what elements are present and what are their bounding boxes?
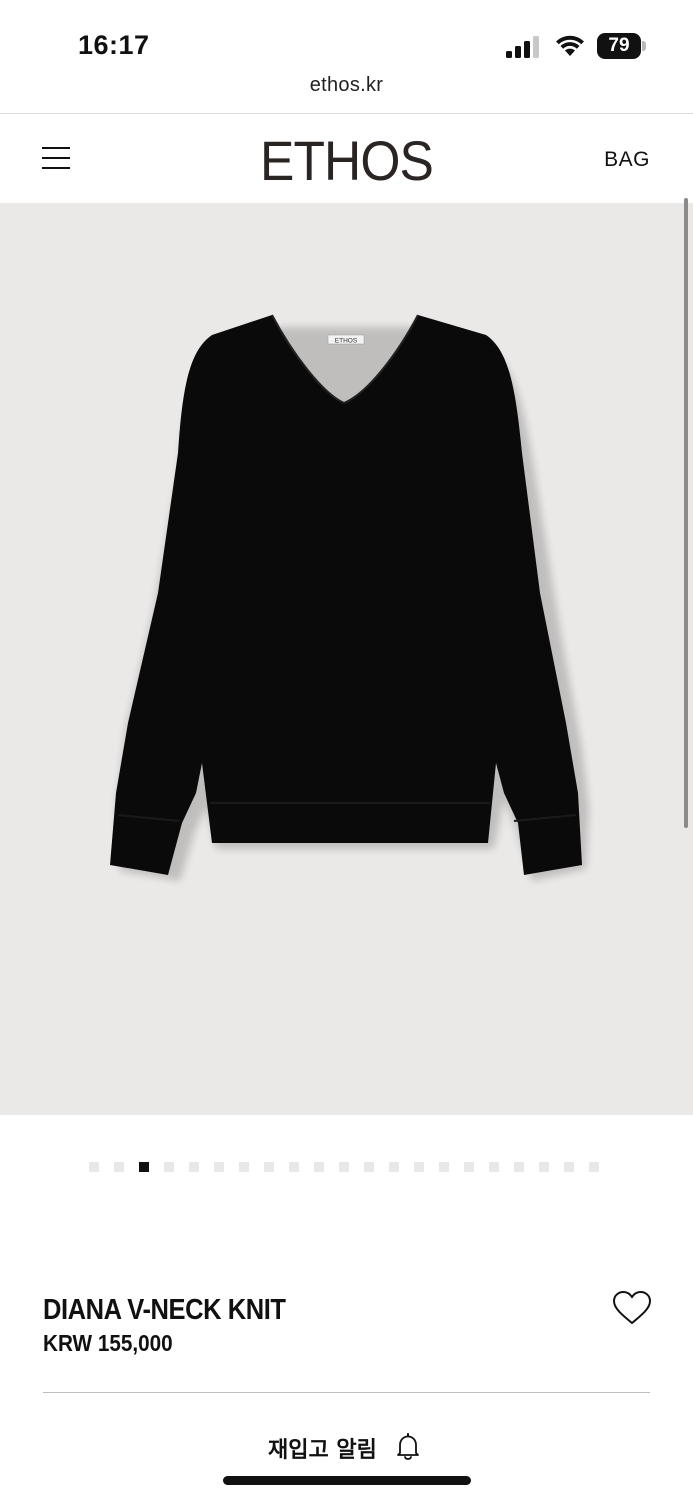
status-time: 16:17 xyxy=(78,30,150,60)
status-bar: 16:17 79 xyxy=(0,0,693,70)
carousel-dot[interactable] xyxy=(114,1162,124,1172)
address-bar-url[interactable]: ethos.kr xyxy=(0,74,693,97)
garment-label: ETHOS xyxy=(335,338,358,345)
carousel-dot[interactable] xyxy=(89,1162,99,1172)
restock-alert-label: 재입고 알림 xyxy=(268,1438,377,1463)
product-image[interactable]: ETHOS xyxy=(0,203,693,1115)
heart-icon[interactable] xyxy=(612,1290,652,1326)
carousel-dot[interactable] xyxy=(264,1162,274,1172)
wifi-icon xyxy=(556,35,584,56)
carousel-dot[interactable] xyxy=(164,1162,174,1172)
info-divider xyxy=(43,1392,650,1393)
carousel-dot[interactable] xyxy=(514,1162,524,1172)
carousel-dot[interactable] xyxy=(439,1162,449,1172)
carousel-dot[interactable] xyxy=(564,1162,574,1172)
carousel-dot[interactable] xyxy=(214,1162,224,1172)
carousel-dot[interactable] xyxy=(539,1162,549,1172)
carousel-dot[interactable] xyxy=(289,1162,299,1172)
sweater-illustration: ETHOS xyxy=(110,314,589,881)
carousel-dot[interactable] xyxy=(314,1162,324,1172)
battery-level: 79 xyxy=(608,35,630,56)
carousel-dot[interactable] xyxy=(414,1162,424,1172)
carousel-dot[interactable] xyxy=(589,1162,599,1172)
product-name: DIANA V-NECK KNIT xyxy=(43,1294,286,1326)
carousel-dot[interactable] xyxy=(489,1162,499,1172)
signal-icon xyxy=(506,36,539,58)
carousel-dot[interactable] xyxy=(364,1162,374,1172)
carousel-dot[interactable] xyxy=(339,1162,349,1172)
bell-icon xyxy=(397,1433,419,1460)
bag-link[interactable]: BAG xyxy=(604,148,650,172)
home-indicator xyxy=(223,1476,471,1485)
page-scrollbar[interactable] xyxy=(684,198,688,828)
battery-icon: 79 xyxy=(597,33,647,59)
carousel-dot[interactable] xyxy=(389,1162,399,1172)
brand-logo[interactable]: ETHOS xyxy=(28,128,666,193)
carousel-dot[interactable] xyxy=(464,1162,474,1172)
site-header: ETHOS BAG xyxy=(0,114,693,202)
product-price: KRW 155,000 xyxy=(43,1330,173,1356)
carousel-dot[interactable] xyxy=(139,1162,149,1172)
carousel-dot[interactable] xyxy=(239,1162,249,1172)
carousel-dot[interactable] xyxy=(189,1162,199,1172)
